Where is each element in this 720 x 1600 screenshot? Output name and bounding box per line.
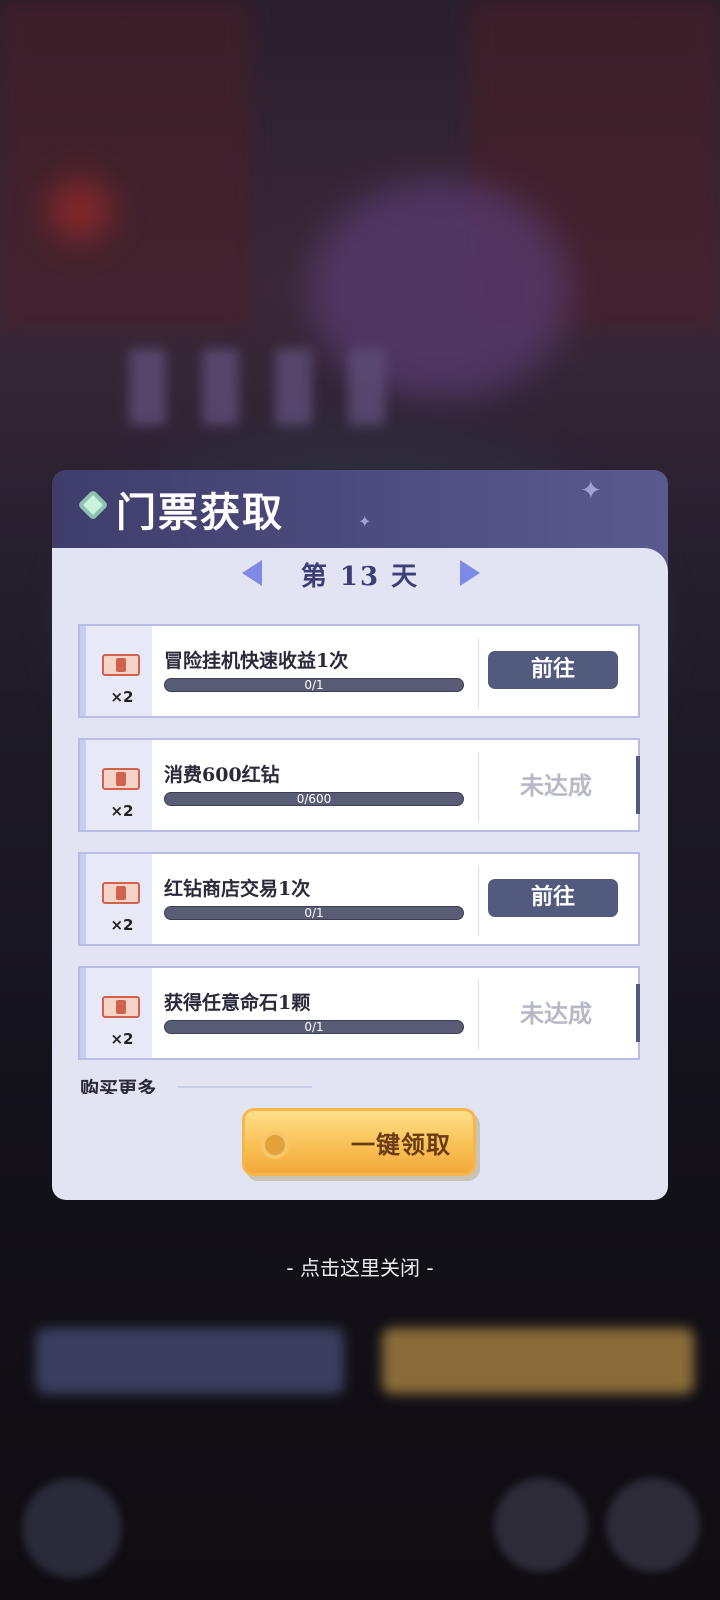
more-label: 购买更多 xyxy=(80,1078,157,1094)
reward-cell: ×2 xyxy=(80,626,152,716)
bg-round-button-left xyxy=(22,1478,122,1578)
bg-curtain-left xyxy=(0,0,250,330)
reward-cell: ×2 xyxy=(80,968,152,1058)
coin-icon xyxy=(261,1131,289,1159)
progress-text: 0/600 xyxy=(296,792,332,806)
day-label: 第 13 天 xyxy=(300,562,420,592)
ticket-dialog: 门票获取 ✦ ✦ 第 13 天 ×2 冒险挂机快速收益1次 0/1 前往 ×2 … xyxy=(52,470,668,1200)
bg-round-button-right xyxy=(606,1478,700,1572)
not-achieved-label: 未达成 xyxy=(520,771,592,800)
reward-count: ×2 xyxy=(110,916,134,934)
bg-heart xyxy=(50,180,110,240)
ticket-icon xyxy=(102,654,140,676)
bg-game-title: ▮▮▮▮ xyxy=(120,320,413,437)
task-row: ×2 消费600红钻 0/600 未达成 xyxy=(78,738,640,832)
reward-cell: ×2 xyxy=(80,740,152,830)
progress-bar: 0/1 xyxy=(164,1020,464,1034)
reward-cell: ×2 xyxy=(80,854,152,944)
reward-count: ×2 xyxy=(110,1030,134,1048)
task-title: 红钻商店交易1次 xyxy=(164,878,311,900)
progress-bar: 0/600 xyxy=(164,792,464,806)
divider xyxy=(478,866,479,936)
ticket-icon xyxy=(102,996,140,1018)
reward-count: ×2 xyxy=(110,802,134,820)
scroll-marker xyxy=(636,756,640,814)
task-title: 消费600红钻 xyxy=(164,764,280,786)
progress-bar: 0/1 xyxy=(164,678,464,692)
progress-text: 0/1 xyxy=(304,1020,324,1034)
not-achieved-label: 未达成 xyxy=(520,999,592,1028)
dialog-body: 第 13 天 ×2 冒险挂机快速收益1次 0/1 前往 ×2 消费600红钻 0… xyxy=(52,548,668,1200)
go-button[interactable]: 前往 xyxy=(488,879,618,917)
bg-round-button-mid xyxy=(494,1478,588,1572)
bg-left-button xyxy=(36,1328,344,1394)
ticket-icon xyxy=(102,882,140,904)
task-row: ×2 红钻商店交易1次 0/1 前往 xyxy=(78,852,640,946)
sparkle-icon: ✦ xyxy=(358,512,372,531)
sparkle-icon: ✦ xyxy=(580,476,602,506)
divider xyxy=(478,638,479,708)
close-hint[interactable]: - 点击这里关闭 - xyxy=(0,1252,720,1281)
task-title: 冒险挂机快速收益1次 xyxy=(164,650,349,672)
progress-bar: 0/1 xyxy=(164,906,464,920)
task-list[interactable]: ×2 冒险挂机快速收益1次 0/1 前往 ×2 消费600红钻 0/600 未达… xyxy=(78,624,640,1064)
divider xyxy=(478,980,479,1050)
ticket-icon xyxy=(102,768,140,790)
divider xyxy=(478,752,479,822)
more-section: 购买更多 xyxy=(80,1074,380,1094)
bg-right-button xyxy=(382,1328,694,1394)
divider xyxy=(178,1086,312,1088)
dialog-title: 门票获取 xyxy=(116,489,284,536)
task-title: 获得任意命石1颗 xyxy=(164,992,311,1014)
progress-text: 0/1 xyxy=(304,906,324,920)
gem-icon xyxy=(77,489,109,521)
scroll-marker xyxy=(636,984,640,1042)
day-selector: 第 13 天 xyxy=(52,554,668,598)
task-row: ×2 获得任意命石1颗 0/1 未达成 xyxy=(78,966,640,1060)
task-row: ×2 冒险挂机快速收益1次 0/1 前往 xyxy=(78,624,640,718)
go-button[interactable]: 前往 xyxy=(488,651,618,689)
claim-all-label: 一键领取 xyxy=(351,1130,451,1159)
claim-all-button[interactable]: 一键领取 xyxy=(242,1108,476,1176)
reward-count: ×2 xyxy=(110,688,134,706)
arrow-right-icon[interactable] xyxy=(460,560,480,586)
progress-text: 0/1 xyxy=(304,678,324,692)
